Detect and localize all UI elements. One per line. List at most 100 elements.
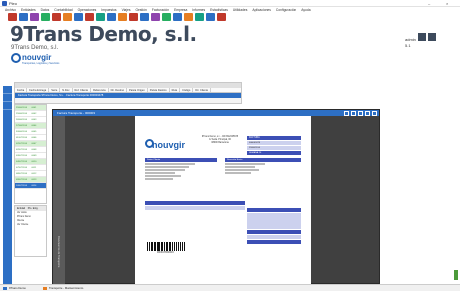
row-date: 08/07/2014 — [16, 173, 27, 175]
row-date: 02/07/2014 — [15, 141, 31, 146]
left-nav-strip — [3, 86, 12, 286]
menu-item[interactable]: Aplicaciones — [252, 7, 271, 13]
toolbar-button[interactable] — [140, 13, 149, 21]
nav-item[interactable] — [3, 94, 12, 102]
row-date: 26/06/2014 — [16, 119, 27, 121]
row-number: 0002 — [31, 113, 37, 115]
toolbar-button[interactable] — [118, 13, 127, 21]
invoice-header-box: FACTURA 000003478 25/06/2014 SEMANA 26 — [247, 136, 301, 156]
client-section-title: Datos Cliente — [145, 158, 217, 162]
toolbar-button[interactable] — [173, 13, 182, 21]
row-date: 03/07/2014 — [16, 155, 27, 157]
minimize-icon[interactable]: – — [428, 1, 430, 6]
entity-col-header: Entidad — [17, 207, 26, 210]
taskbar-label: Transporte - Mantenimiento — [49, 286, 84, 290]
invoice-logo: nouvgir — [152, 140, 185, 150]
toolbar-button[interactable] — [74, 13, 83, 21]
column-header[interactable]: Ref. Cliente — [73, 88, 92, 92]
page-icon[interactable] — [365, 110, 370, 116]
row-date: 02/07/2014 — [16, 149, 27, 151]
toolbar-button[interactable] — [19, 13, 28, 21]
toolbar-button[interactable] — [129, 13, 138, 21]
close-icon[interactable] — [372, 110, 377, 116]
row-number: 0001 — [30, 105, 46, 110]
nav-item[interactable] — [3, 86, 12, 94]
zoom-icon[interactable] — [358, 110, 363, 116]
document-list: 25/06/2014 0001 25/06/2014 0002 26/06/2014 00… — [14, 104, 47, 204]
toolbar-button[interactable] — [162, 13, 171, 21]
entity-line[interactable]: Ver Cliente — [15, 223, 46, 227]
toolbar-button[interactable] — [206, 13, 215, 21]
row-date: 27/06/2014 — [15, 123, 31, 128]
taskbar-app-icon — [43, 287, 47, 290]
logo-ring-icon — [11, 53, 21, 63]
company-subtitle: 9Trans Demo, s.l. — [11, 45, 59, 51]
row-date: 25/06/2014 — [15, 105, 31, 110]
window-title: Pleo — [9, 1, 18, 6]
column-header[interactable]: Ruta — [170, 88, 181, 92]
app-version: 5.1 — [405, 43, 411, 48]
toolbar-button[interactable] — [217, 13, 226, 21]
toolbar-button[interactable] — [184, 13, 193, 21]
taskbar-item[interactable]: Transporte - Mantenimiento — [42, 286, 83, 291]
viewer-toolbar — [344, 110, 377, 116]
company-title: 9Trans Demo, s.l. — [10, 22, 197, 46]
taskbar-label: 9Trans Demo — [9, 286, 26, 290]
row-date: 25/06/2014 — [16, 113, 27, 115]
user-icon[interactable] — [418, 33, 427, 41]
app-icon — [2, 1, 7, 6]
viewer-side-label: Documentos de Transporte — [57, 236, 60, 268]
menu-item[interactable]: Utilidades — [233, 7, 247, 13]
row-number: 0013 — [30, 177, 46, 182]
row-number: 0011 — [31, 167, 37, 169]
row-number: 0007 — [30, 141, 46, 146]
settings-icon[interactable] — [428, 33, 437, 41]
close-icon[interactable]: × — [446, 1, 448, 6]
column-header[interactable]: Dir. Destino — [109, 88, 128, 92]
invoice-date: 25/06/2014 — [247, 146, 301, 150]
column-header[interactable]: N.Doc — [60, 88, 73, 92]
invoice-totals — [247, 208, 301, 252]
delivery-col-header: Pto. Entg. — [27, 207, 39, 210]
invoice-barcode — [147, 242, 193, 251]
invoice-address-boxes: Datos Cliente Dirección Envío — [145, 158, 301, 198]
selected-document-row[interactable]: Factura Transporte 9Trans Demo, S.L. · F… — [15, 93, 241, 98]
column-header[interactable]: Serie — [49, 88, 61, 92]
save-icon[interactable] — [351, 110, 356, 116]
toolbar-button[interactable] — [63, 13, 72, 21]
barcode-number: 0003478000003 — [157, 252, 174, 254]
column-header[interactable]: Fecha — [15, 88, 28, 92]
list-item[interactable]: 10/07/2014 0014 — [15, 183, 46, 189]
toolbar-button[interactable] — [195, 13, 204, 21]
invoice-header-label: FACTURA — [247, 136, 301, 140]
row-date: 10/07/2014 — [15, 183, 31, 188]
row-number: 0003 — [31, 119, 37, 121]
column-header[interactable]: Código — [180, 88, 194, 92]
row-number: 0014 — [30, 183, 46, 188]
user-name: admin — [405, 37, 416, 42]
column-header[interactable]: Dir. Cliente — [193, 88, 212, 92]
column-header[interactable]: Pais/a Origen — [127, 88, 148, 92]
toolbar-button[interactable] — [52, 13, 61, 21]
toolbar-button[interactable] — [85, 13, 94, 21]
taskbar-item[interactable]: 9Trans Demo — [2, 286, 26, 291]
print-icon[interactable] — [344, 110, 349, 116]
toolbar-button[interactable] — [8, 13, 17, 21]
column-header[interactable]: País/a Destino — [148, 88, 170, 92]
toolbar-button[interactable] — [41, 13, 50, 21]
taskbar-app-icon — [3, 287, 7, 290]
toolbar-button[interactable] — [30, 13, 39, 21]
taskbar: 9Trans Demo Transporte - Mantenimiento — [0, 284, 460, 291]
nav-item[interactable] — [3, 102, 12, 110]
menu-item[interactable]: Ayuda — [301, 7, 310, 13]
toolbar-button[interactable] — [151, 13, 160, 21]
toolbar-button[interactable] — [96, 13, 105, 21]
window-titlebar: Pleo – × — [0, 0, 460, 7]
column-header[interactable]: Fecha Entrega — [27, 88, 50, 92]
toolbar — [8, 13, 226, 22]
invoice-number: 000003478 — [247, 141, 301, 145]
row-date: 09/07/2014 — [15, 177, 31, 182]
menu-item[interactable]: Configuración — [276, 7, 296, 13]
column-header[interactable]: Referencia — [91, 88, 109, 92]
toolbar-button[interactable] — [107, 13, 116, 21]
